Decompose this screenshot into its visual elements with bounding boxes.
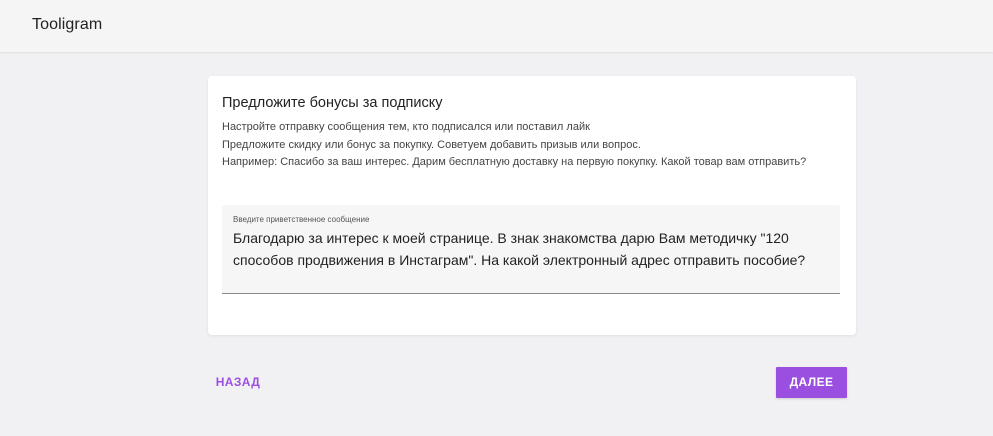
top-app-bar: Tooligram [0,0,993,52]
app-title: Tooligram [32,16,103,33]
card-description: Настройте отправку сообщения тем, кто по… [222,119,832,172]
card-title: Предложите бонусы за подписку [222,95,443,111]
description-line: Например: Спасибо за ваш интерес. Дарим … [222,156,807,168]
description-line: Предложите скидку или бонус за покупку. … [222,138,641,151]
welcome-message-card: Предложите бонусы за подписку Настройте … [208,76,856,335]
back-button[interactable]: НАЗАД [208,367,268,397]
welcome-message-input[interactable]: Благодарю за интерес к моей странице. В … [233,228,833,271]
welcome-message-field[interactable]: Введите приветственное сообщение Благода… [222,205,840,294]
welcome-message-label: Введите приветственное сообщение [233,215,370,224]
next-button[interactable]: ДАЛЕЕ [776,367,847,398]
description-line: Настройте отправку сообщения тем, кто по… [222,121,590,133]
